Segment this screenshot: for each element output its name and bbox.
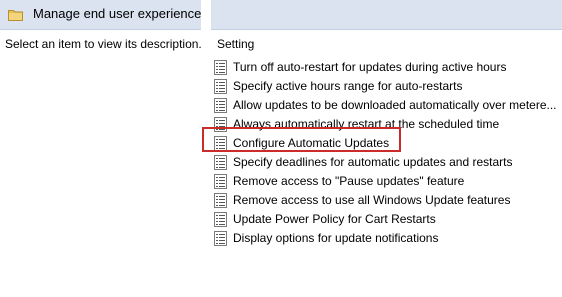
policy-setting-item[interactable]: Update Power Policy for Cart Restarts: [214, 210, 562, 229]
policy-setting-icon: [214, 98, 227, 113]
setting-label: Turn off auto-restart for updates during…: [233, 60, 507, 74]
settings-list: Turn off auto-restart for updates during…: [214, 58, 562, 248]
folder-icon: [8, 10, 23, 21]
policy-setting-icon: [214, 174, 227, 189]
policy-setting-icon: [214, 231, 227, 246]
setting-column-header[interactable]: Setting: [217, 37, 254, 52]
setting-label: Update Power Policy for Cart Restarts: [233, 212, 436, 226]
setting-label: Remove access to use all Windows Update …: [233, 193, 511, 207]
setting-label: Configure Automatic Updates: [233, 136, 390, 150]
policy-setting-icon: [214, 212, 227, 227]
description-text: Select an item to view its description.: [5, 37, 202, 51]
policy-setting-icon: [214, 136, 227, 151]
policy-setting-item[interactable]: Specify active hours range for auto-rest…: [214, 77, 562, 96]
setting-label: Allow updates to be downloaded automatic…: [233, 98, 557, 112]
group-policy-window: Manage end user experience Select an ite…: [0, 0, 562, 297]
policy-setting-icon: [214, 60, 227, 75]
policy-setting-item-configure-automatic-updates[interactable]: Configure Automatic Updates: [214, 134, 562, 153]
policy-setting-icon: [214, 79, 227, 94]
section-title: Manage end user experience: [33, 6, 202, 21]
pane-divider: [201, 0, 211, 30]
setting-label: Remove access to "Pause updates" feature: [233, 174, 465, 188]
policy-setting-item[interactable]: Turn off auto-restart for updates during…: [214, 58, 562, 77]
policy-setting-item[interactable]: Allow updates to be downloaded automatic…: [214, 96, 562, 115]
policy-setting-item[interactable]: Specify deadlines for automatic updates …: [214, 153, 562, 172]
setting-label: Always automatically restart at the sche…: [233, 117, 500, 131]
setting-label: Specify deadlines for automatic updates …: [233, 155, 513, 169]
policy-setting-item[interactable]: Display options for update notifications: [214, 229, 562, 248]
setting-label: Display options for update notifications: [233, 231, 439, 245]
policy-setting-icon: [214, 193, 227, 208]
policy-setting-item[interactable]: Remove access to "Pause updates" feature: [214, 172, 562, 191]
setting-label: Specify active hours range for auto-rest…: [233, 79, 463, 93]
policy-setting-icon: [214, 117, 227, 132]
policy-setting-item[interactable]: Remove access to use all Windows Update …: [214, 191, 562, 210]
policy-setting-icon: [214, 155, 227, 170]
section-header: Manage end user experience: [0, 0, 562, 30]
policy-setting-item[interactable]: Always automatically restart at the sche…: [214, 115, 562, 134]
